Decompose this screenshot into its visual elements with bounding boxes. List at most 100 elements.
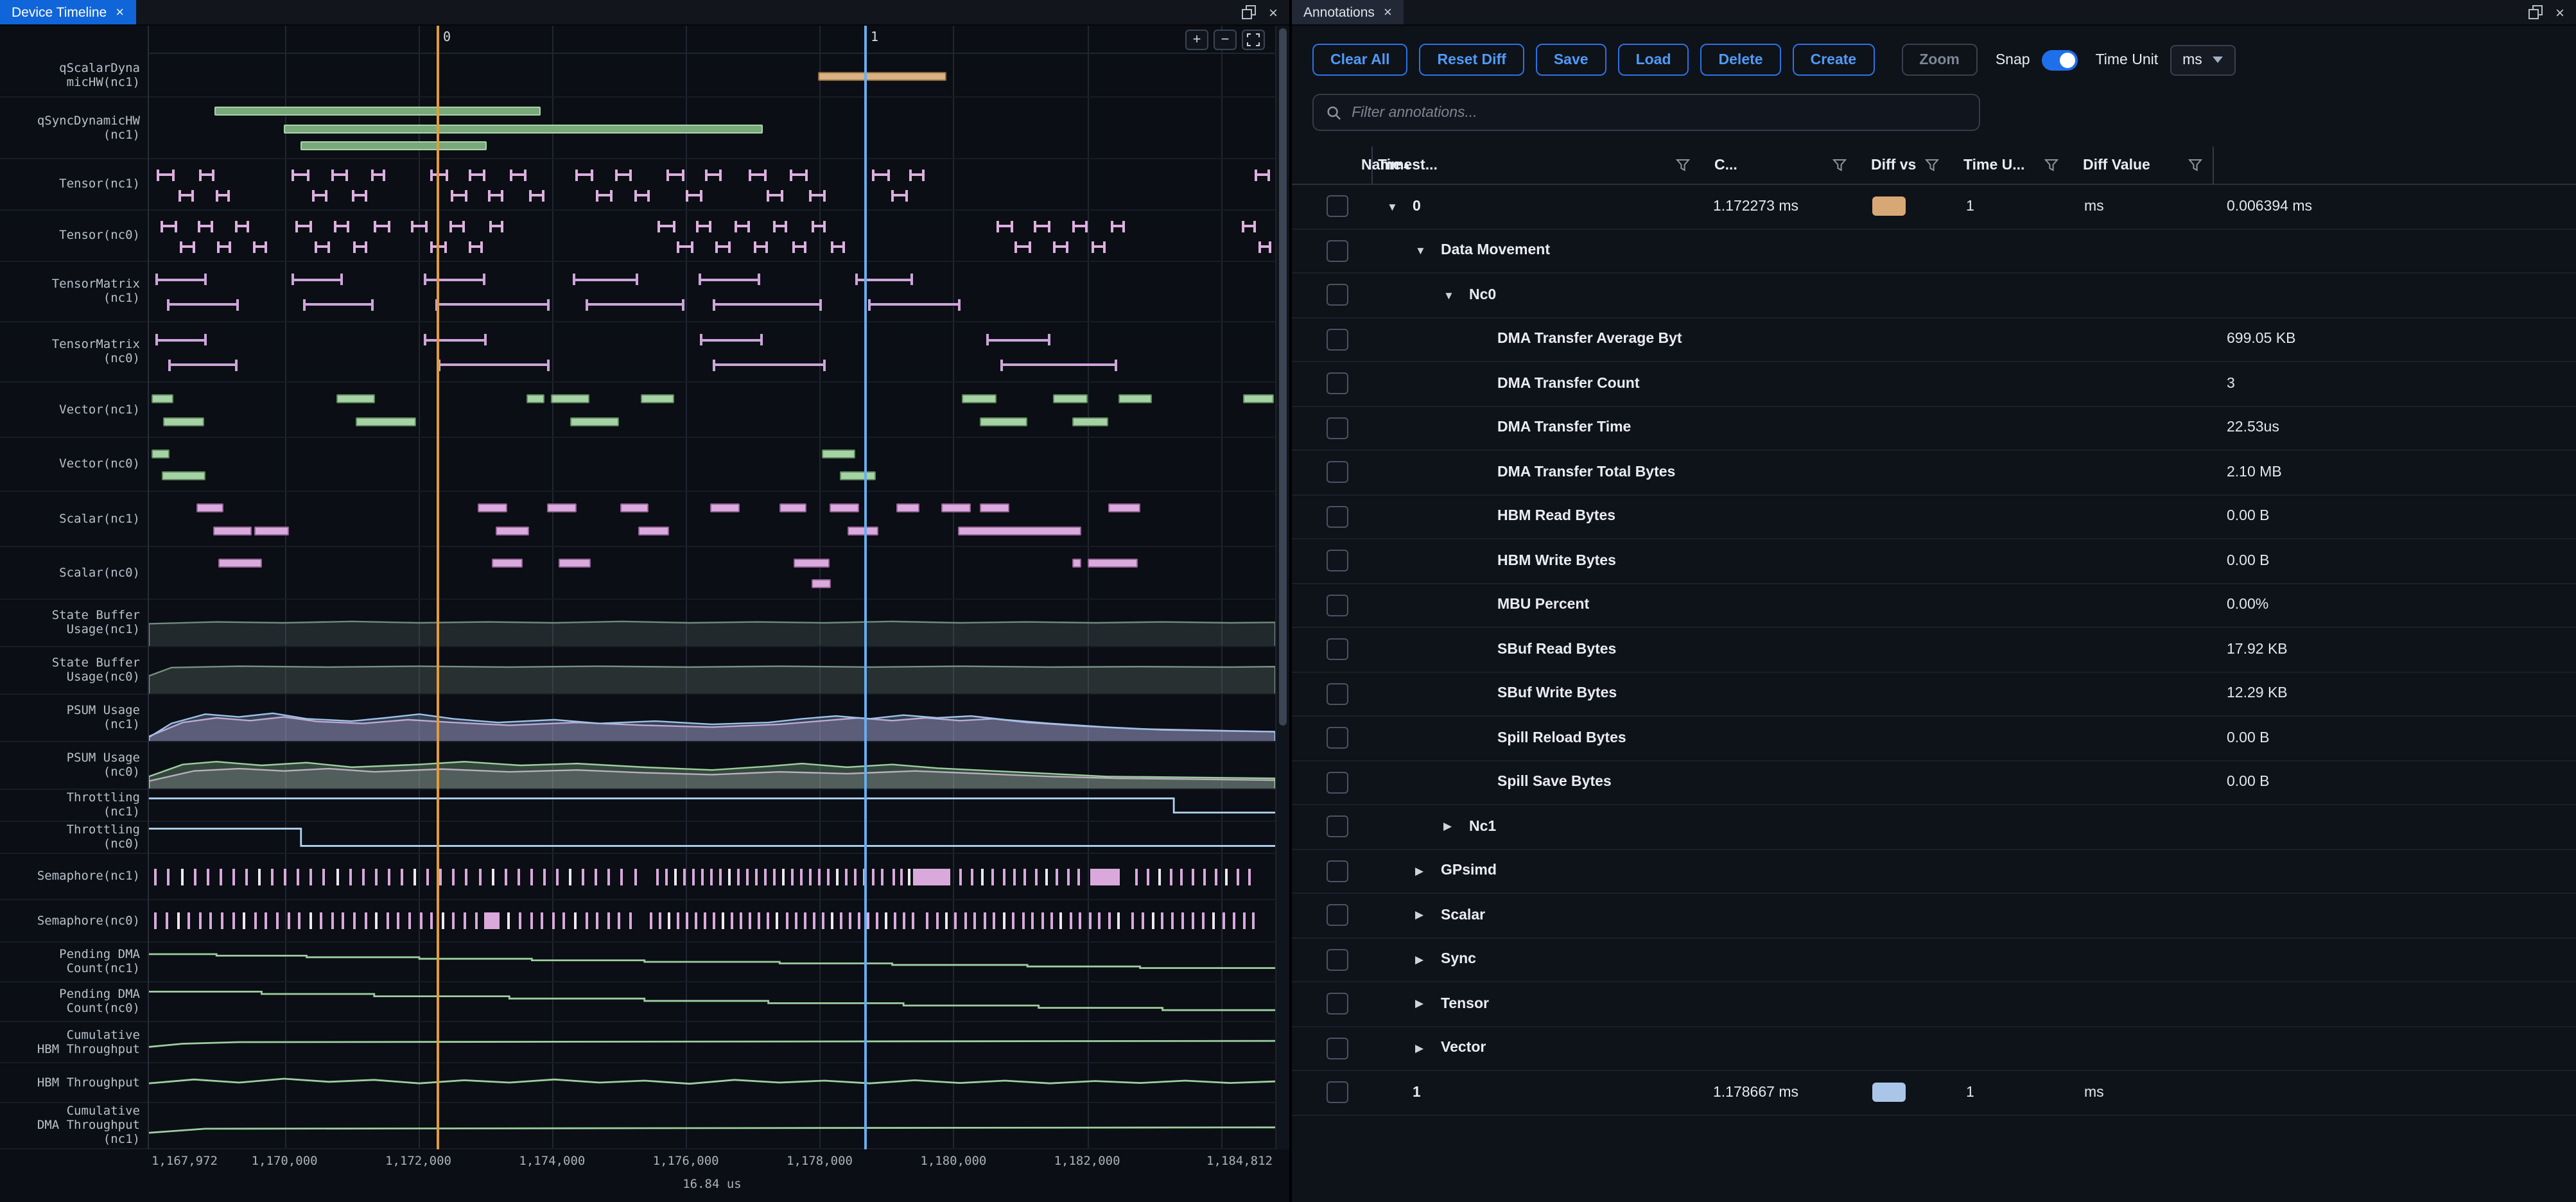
zoom-fit-button[interactable] [1242, 30, 1265, 50]
timeline-ibeam-span[interactable] [431, 241, 447, 252]
timeline-span[interactable] [1072, 559, 1081, 568]
timeline-span[interactable] [570, 417, 618, 426]
timeline-ibeam-span[interactable] [252, 241, 267, 252]
row-checkbox[interactable] [1327, 1038, 1348, 1059]
row-checkbox[interactable] [1327, 373, 1348, 395]
save-button[interactable]: Save [1536, 44, 1606, 76]
timeline-scrollbar[interactable] [1275, 26, 1289, 1149]
timeline-ibeam-span[interactable] [168, 360, 238, 371]
timeline-ibeam-span[interactable] [179, 241, 195, 252]
timeline-ibeam-span[interactable] [295, 220, 312, 232]
timeline-span[interactable] [840, 471, 875, 480]
timeline-ibeam-span[interactable] [1111, 220, 1126, 232]
timeline-span[interactable] [1053, 395, 1087, 404]
timeline-span[interactable] [641, 395, 674, 404]
timeline-span[interactable] [822, 449, 855, 458]
table-row-scalar[interactable]: ▶Scalar [1292, 894, 2576, 938]
timeline-span[interactable] [551, 395, 589, 404]
table-row-sync[interactable]: ▶Sync [1292, 938, 2576, 982]
timeline-ibeam-span[interactable] [451, 189, 467, 201]
row-checkbox[interactable] [1327, 727, 1348, 749]
timeline-span[interactable] [214, 107, 541, 116]
timeline-ibeam-span[interactable] [909, 169, 925, 180]
timeline-ibeam-span[interactable] [891, 189, 908, 201]
timeline-span[interactable] [478, 504, 507, 513]
timeline-ibeam-span[interactable] [869, 299, 961, 311]
timeline-ibeam-span[interactable] [437, 360, 550, 371]
collapse-icon[interactable]: ▼ [1415, 245, 1441, 257]
row-checkbox[interactable] [1327, 240, 1348, 262]
track-row-semaphore-nc0[interactable] [149, 900, 1275, 943]
timeline-ibeam-span[interactable] [431, 169, 449, 180]
timeline-ibeam-span[interactable] [699, 274, 760, 286]
timeline-ibeam-span[interactable] [374, 220, 390, 232]
timeline-ibeam-span[interactable] [790, 169, 808, 180]
timeline-span[interactable] [957, 527, 1081, 536]
track-row-tensormatrix-nc1[interactable] [149, 262, 1275, 322]
timeline-ibeam-span[interactable] [1034, 220, 1050, 232]
timeline-ibeam-span[interactable] [1092, 241, 1106, 252]
timeline-ibeam-span[interactable] [748, 169, 766, 180]
track-row-psum-usage-nc0[interactable] [149, 742, 1275, 790]
track-row-cumulative-dma-throughput-nc1[interactable] [149, 1103, 1275, 1149]
expand-icon[interactable]: ▶ [1415, 997, 1441, 1011]
track-row-scalar-nc1[interactable] [149, 492, 1275, 547]
table-row-dma-transfer-total-bytes[interactable]: DMA Transfer Total Bytes2.10 MB [1292, 451, 2576, 495]
row-checkbox[interactable] [1327, 772, 1348, 794]
timeline-ibeam-span[interactable] [197, 220, 213, 232]
track-row-pending-dma-count-nc1[interactable] [149, 943, 1275, 982]
timeline-span[interactable] [356, 417, 416, 426]
filter-funnel-icon[interactable] [2044, 158, 2058, 172]
timeline-ibeam-span[interactable] [528, 189, 544, 201]
timeline-span[interactable] [897, 504, 919, 513]
column-header-c-[interactable]: C... [1700, 146, 1857, 184]
timeline-ibeam-span[interactable] [713, 360, 826, 371]
timeline-ibeam-span[interactable] [334, 220, 350, 232]
timeline-ibeam-span[interactable] [615, 169, 632, 180]
timeline-ibeam-span[interactable] [700, 335, 763, 346]
expand-icon[interactable]: ▶ [1415, 953, 1441, 967]
timeline-span[interactable] [337, 395, 376, 404]
timeline-ibeam-span[interactable] [634, 189, 650, 201]
timeline-span[interactable] [1108, 504, 1140, 513]
table-row-dma-transfer-count[interactable]: DMA Transfer Count3 [1292, 362, 2576, 406]
row-checkbox[interactable] [1327, 816, 1348, 838]
table-row-gpsimd[interactable]: ▶GPsimd [1292, 849, 2576, 894]
timeline-span[interactable] [164, 417, 204, 426]
table-row-dma-transfer-time[interactable]: DMA Transfer Time22.53us [1292, 406, 2576, 451]
timeline-span[interactable] [1242, 395, 1274, 404]
timeline-span[interactable] [620, 504, 649, 513]
row-checkbox[interactable] [1327, 595, 1348, 616]
timeline-ibeam-span[interactable] [424, 274, 485, 286]
track-row-hbm-throughput[interactable] [149, 1063, 1275, 1103]
table-row-dma-transfer-average-byt[interactable]: DMA Transfer Average Byt699.05 KB [1292, 318, 2576, 362]
table-row-sbuf-read-bytes[interactable]: SBuf Read Bytes17.92 KB [1292, 628, 2576, 672]
timeline-ibeam-span[interactable] [216, 241, 231, 252]
timeline-ibeam-span[interactable] [1255, 169, 1271, 180]
filter-annotations-input[interactable] [1352, 105, 1966, 120]
timeline-ibeam-span[interactable] [658, 220, 675, 232]
timeline-ibeam-span[interactable] [412, 220, 428, 232]
timeline-span[interactable] [548, 504, 577, 513]
timeline-span[interactable] [284, 124, 762, 133]
timeline-span[interactable] [213, 527, 252, 536]
row-checkbox[interactable] [1327, 860, 1348, 882]
row-checkbox[interactable] [1327, 683, 1348, 705]
close-icon[interactable]: × [1384, 4, 1392, 20]
timeline-ibeam-span[interactable] [156, 335, 207, 346]
timeline-span[interactable] [1088, 559, 1138, 568]
table-row-hbm-write-bytes[interactable]: HBM Write Bytes0.00 B [1292, 539, 2576, 584]
timeline-ibeam-span[interactable] [1258, 241, 1272, 252]
track-row-psum-usage-nc1[interactable] [149, 695, 1275, 742]
color-swatch[interactable] [1872, 1083, 1906, 1102]
filter-funnel-icon[interactable] [2188, 158, 2202, 172]
timeline-ibeam-span[interactable] [767, 189, 783, 201]
timeline-ibeam-span[interactable] [469, 241, 483, 252]
timeline-ibeam-span[interactable] [573, 274, 638, 286]
track-row-cumulative-hbm-throughput[interactable] [149, 1022, 1275, 1063]
track-row-pending-dma-count-nc0[interactable] [149, 982, 1275, 1022]
timeline-ibeam-span[interactable] [161, 220, 177, 232]
clear-all-button[interactable]: Clear All [1312, 44, 1407, 76]
timeline-span[interactable] [638, 527, 669, 536]
row-checkbox[interactable] [1327, 284, 1348, 306]
